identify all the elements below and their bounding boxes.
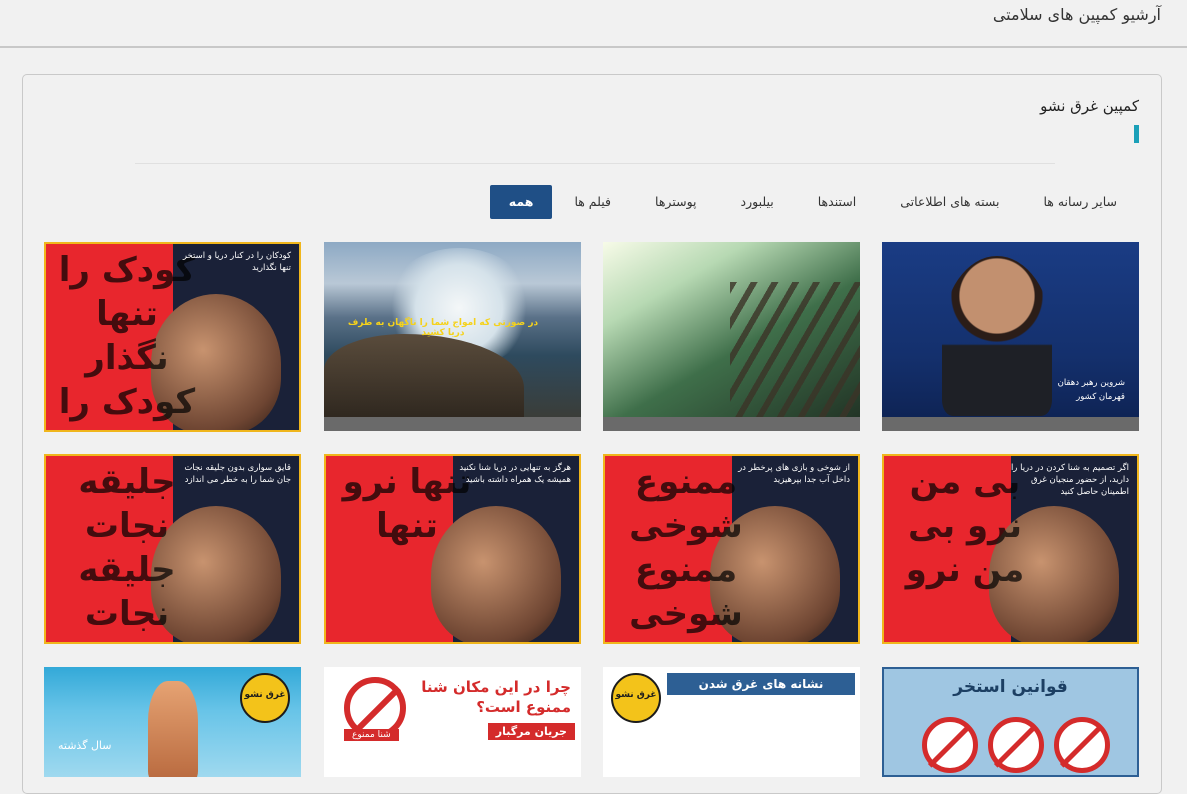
rip-current-band: جریان مرگبار — [487, 723, 575, 740]
infographic-pool-rules[interactable]: قوانین استخر — [882, 667, 1139, 777]
no-running-icon — [988, 717, 1044, 773]
infographic-no-swimming[interactable]: شنا ممنوع چرا در این مکان شنا ممنوع است؟… — [324, 667, 581, 777]
poster-caption: کودکان را در کنار دریا و استخر تنها نگذا… — [182, 251, 291, 273]
poster-no-joking[interactable]: ممنوع شوخی ممنوع شوخی از شوخی و بازی های… — [603, 454, 860, 644]
bridge-image — [730, 282, 860, 422]
video-caption: شروین رهبر دهقان قهرمان کشور — [1057, 378, 1125, 402]
poster-dont-go-without-me[interactable]: بی من نرو بی من نرو اگر تصمیم به شنا کرد… — [882, 454, 1139, 644]
tab-posters[interactable]: پوسترها — [633, 185, 718, 219]
campaign-title: کمپین غرق نشو — [1040, 97, 1139, 115]
tab-info-packages[interactable]: بسته های اطلاعاتی — [878, 185, 1021, 219]
poster-last-year[interactable]: غرق نشو سال گذشته — [44, 667, 301, 777]
campaign-logo: غرق نشو — [240, 673, 290, 723]
video-thumbnail-bridge[interactable] — [603, 242, 860, 431]
no-running-icon — [1054, 717, 1110, 773]
infographic-heading: قوانین استخر — [953, 677, 1068, 697]
poster-life-jacket[interactable]: جلیقه نجات جلیقه نجات جلیقه قایق سواری ب… — [44, 454, 301, 644]
thumbnail-footer — [324, 417, 581, 431]
video-thumbnail-kid[interactable]: شروین رهبر دهقان قهرمان کشور — [882, 242, 1139, 431]
tab-other-media[interactable]: سایر رسانه ها — [1021, 185, 1139, 219]
infographic-heading: نشانه های غرق شدن — [667, 673, 855, 695]
poster-big-text: کودک را تنها نگذار کودک را تنها نگذار کو… — [58, 250, 196, 430]
poster-caption: از شوخی و بازی های پرخطر در داخل آب جدا … — [738, 463, 850, 485]
video-subtitle: در صورتی که امواج شما را ناگهان به طرف د… — [347, 318, 539, 338]
poster-caption: اگر تصمیم به شنا کردن در دریا را دارید، … — [1010, 463, 1129, 497]
drowning-hand-image — [148, 681, 198, 777]
speaker-image — [942, 256, 1052, 416]
poster-caption: هرگز به تنهایی در دریا شنا نکنید همیشه ی… — [459, 463, 571, 485]
poster-big-text: جلیقه نجات جلیقه نجات جلیقه — [78, 462, 176, 642]
poster-big-text: ممنوع شوخی ممنوع شوخی — [629, 462, 743, 634]
filter-tabs: همه فیلم ها پوسترها بیلبورد استندها بسته… — [489, 185, 1139, 219]
no-swimming-label: شنا ممنوع — [344, 729, 399, 741]
campaign-panel: کمپین غرق نشو همه فیلم ها پوسترها بیلبور… — [22, 74, 1162, 794]
video-thumbnail-sea[interactable]: در صورتی که امواج شما را ناگهان به طرف د… — [324, 242, 581, 431]
poster-caption: قایق سواری بدون جلیقه نجات جان شما را به… — [184, 463, 291, 485]
poster-dont-go-alone[interactable]: تنها نرو تنها هرگز به تنهایی در دریا شنا… — [324, 454, 581, 644]
infographic-heading: چرا در این مکان شنا ممنوع است؟ — [421, 678, 571, 716]
no-food-icon — [922, 717, 978, 773]
thumbnail-footer — [882, 417, 1139, 431]
campaign-logo: غرق نشو — [611, 673, 661, 723]
infographic-drowning-signs[interactable]: غرق نشو نشانه های غرق شدن — [603, 667, 860, 777]
divider — [135, 163, 1055, 164]
thumbnail-footer — [603, 417, 860, 431]
poster-dont-leave-child[interactable]: کودک را تنها نگذار کودک را تنها نگذار کو… — [44, 242, 301, 432]
tab-stands[interactable]: استندها — [796, 185, 878, 219]
top-bar: آرشیو کمپین های سلامتی — [0, 0, 1187, 48]
poster-text: سال گذشته — [58, 739, 112, 752]
title-accent-bar — [1134, 125, 1139, 143]
tab-billboard[interactable]: بیلبورد — [719, 185, 796, 219]
page-title: آرشیو کمپین های سلامتی — [992, 5, 1161, 24]
tab-films[interactable]: فیلم ها — [552, 185, 633, 219]
tab-all[interactable]: همه — [489, 185, 553, 219]
